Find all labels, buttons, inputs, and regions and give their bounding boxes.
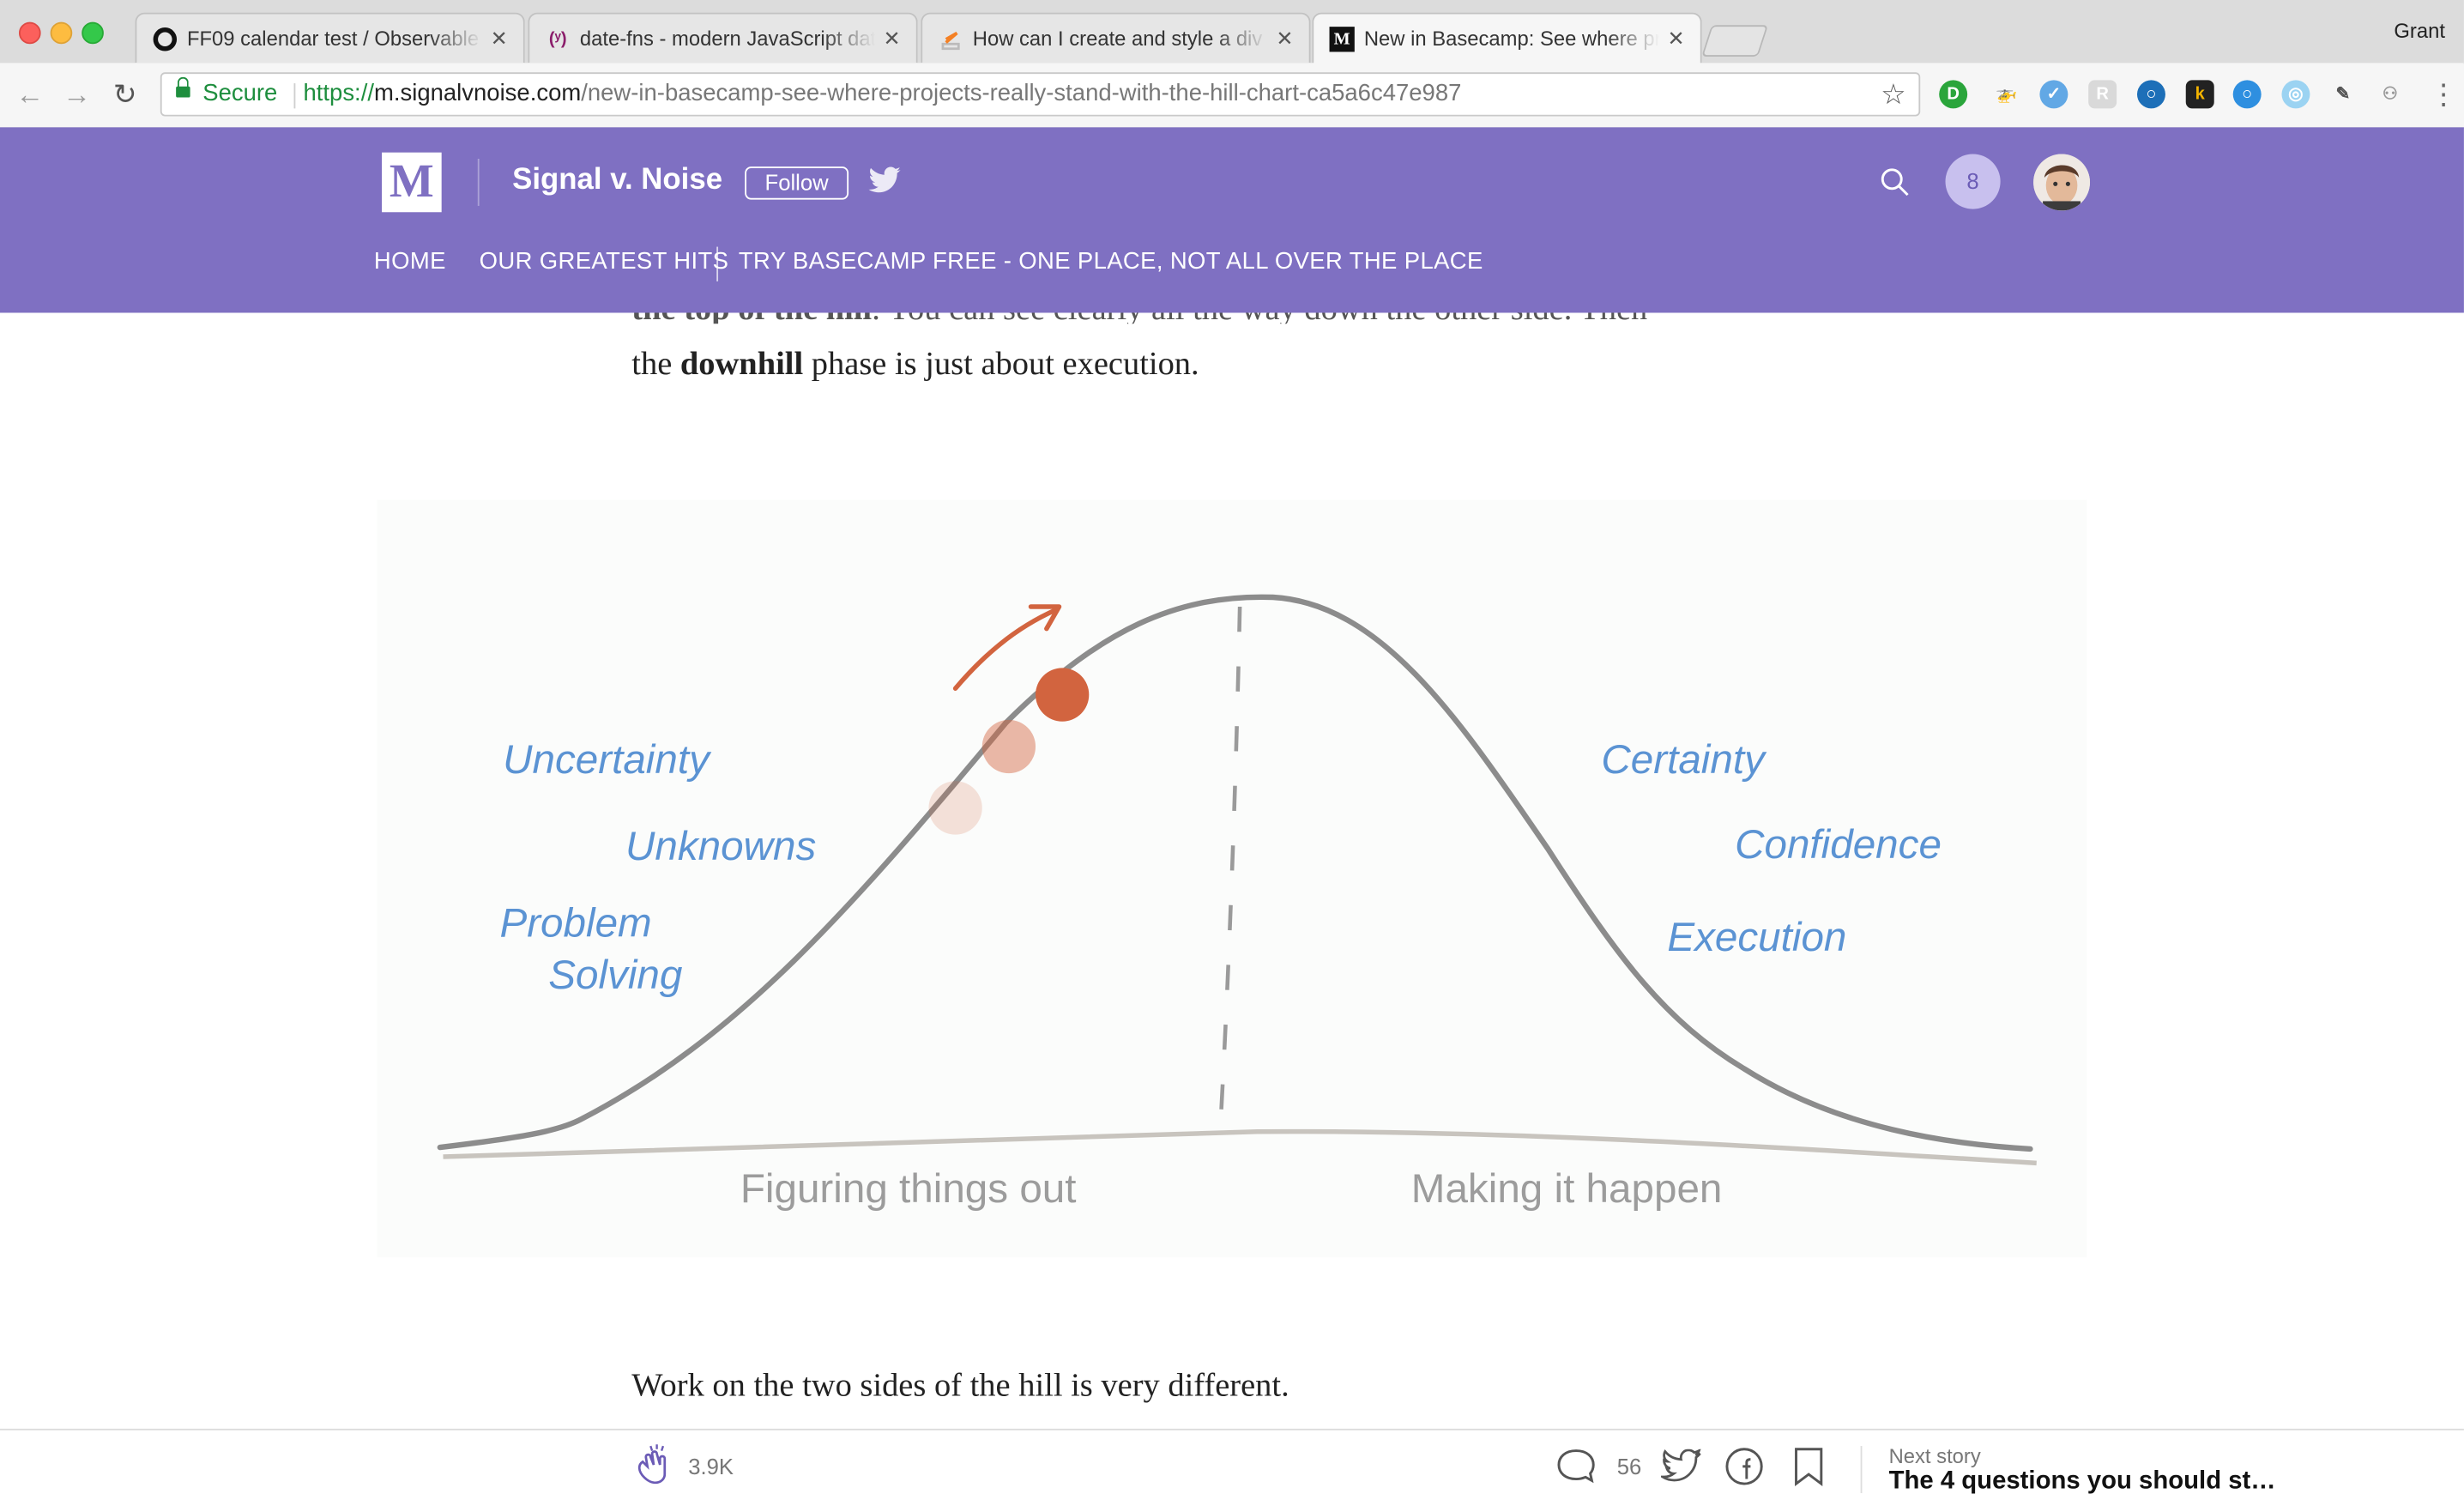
next-story-link[interactable]: The 4 questions you should st… — [1889, 1468, 2276, 1497]
medium-logo[interactable]: M — [382, 152, 442, 213]
responses-icon[interactable] — [1555, 1448, 1597, 1493]
divider — [1860, 1446, 1863, 1494]
follow-button[interactable]: Follow — [745, 166, 849, 200]
phase-label-left: Figuring things out — [740, 1166, 1077, 1212]
progress-dot-mid — [981, 719, 1036, 774]
response-count: 56 — [1616, 1454, 1642, 1479]
clap-count: 3.9K — [688, 1454, 734, 1479]
twitter-icon[interactable] — [867, 165, 902, 204]
share-twitter-icon[interactable] — [1658, 1448, 1702, 1491]
nav-try-basecamp[interactable]: TRY BASECAMP FREE - ONE PLACE, NOT ALL O… — [739, 248, 1483, 275]
phase-label-right: Making it happen — [1411, 1166, 1723, 1212]
hill-label-certainty: Certainty — [1601, 737, 1767, 783]
hill-label-problem: Problem — [499, 901, 651, 947]
notifications-badge[interactable]: 8 — [1945, 154, 2001, 209]
progress-dot-faint — [928, 781, 982, 835]
search-icon[interactable] — [1880, 166, 1911, 206]
hill-label-uncertainty: Uncertainty — [503, 737, 712, 783]
hill-label-confidence: Confidence — [1735, 822, 1942, 868]
figure-background — [377, 499, 2087, 1258]
publication-header — [0, 127, 2464, 313]
bookmark-icon[interactable] — [1793, 1446, 1825, 1495]
hill-label-unknowns: Unknowns — [625, 824, 816, 869]
publication-name[interactable]: Signal v. Noise — [512, 163, 722, 197]
avatar[interactable] — [2033, 154, 2091, 211]
clap-icon[interactable] — [631, 1442, 679, 1497]
nav-divider — [716, 246, 719, 281]
progress-dot-current — [1036, 668, 1090, 722]
article-paragraph: Work on the two sides of the hill is ver… — [631, 1365, 1289, 1404]
hill-label-solving: Solving — [548, 953, 683, 998]
next-story-label: Next story — [1888, 1444, 1981, 1468]
nav-greatest-hits[interactable]: OUR GREATEST HITS — [480, 248, 729, 275]
share-facebook-icon[interactable] — [1724, 1446, 1765, 1495]
hill-label-execution: Execution — [1667, 915, 1846, 960]
header-divider — [477, 158, 480, 206]
nav-home[interactable]: HOME — [374, 248, 446, 275]
